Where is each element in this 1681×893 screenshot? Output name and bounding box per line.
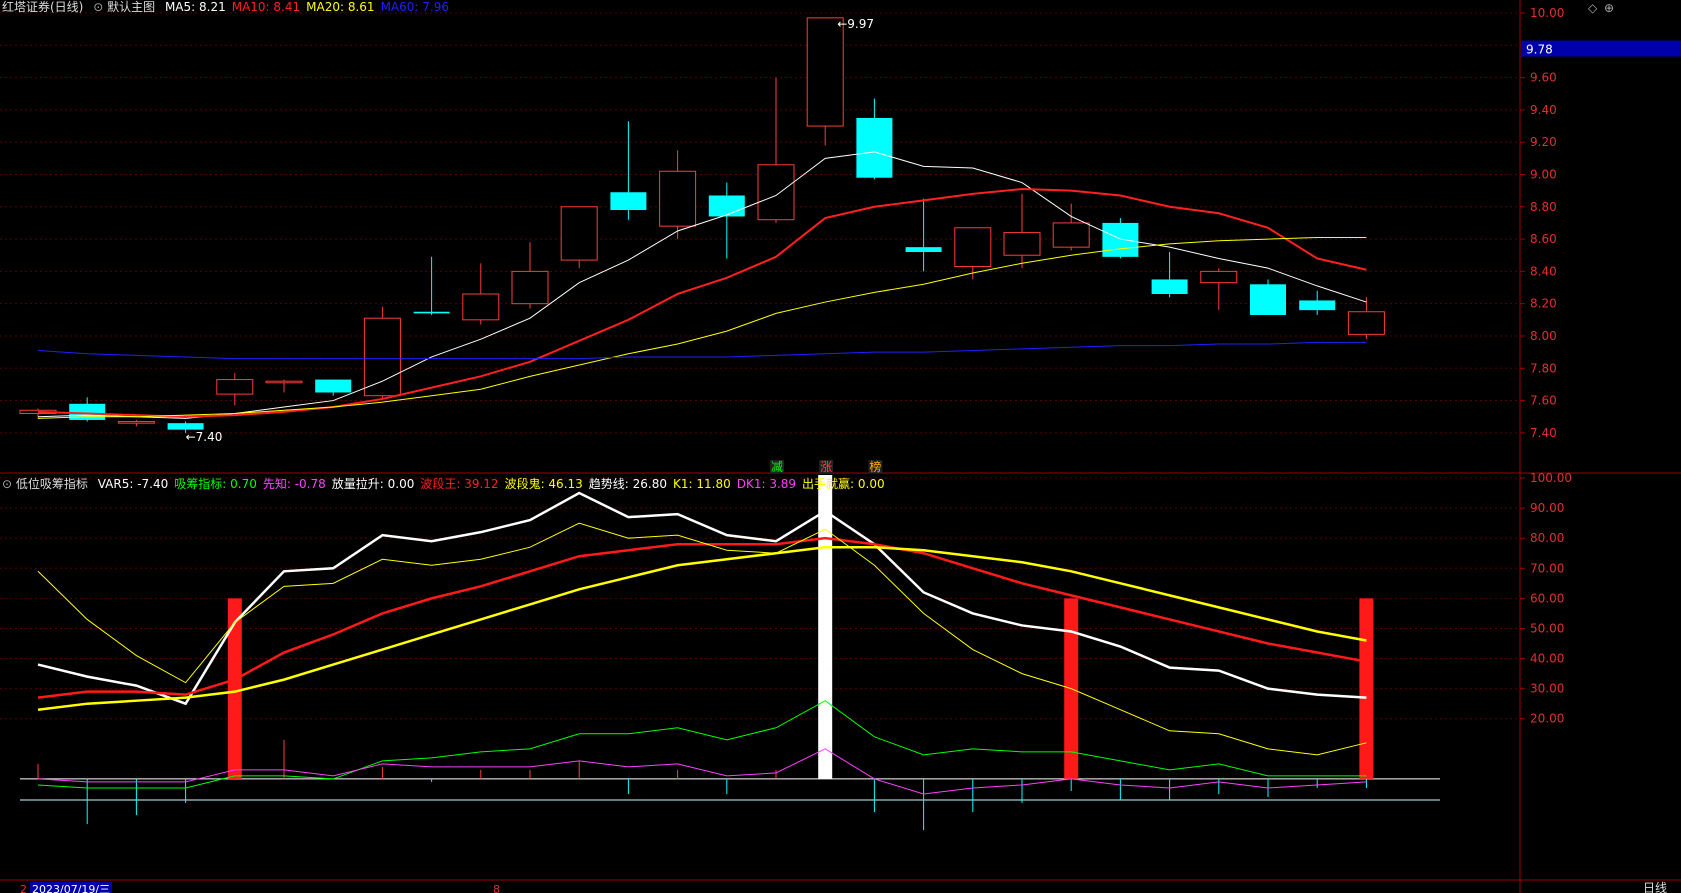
ma-legend-item: MA10: 8.41 bbox=[231, 0, 301, 14]
candle-body-down bbox=[1102, 222, 1139, 257]
indicator-legend-item: 吸筹指标: 0.70 bbox=[174, 477, 257, 491]
indicator-legend-item: 波段鬼: 46.13 bbox=[504, 477, 583, 491]
ma-legend: MA5: 8.21 MA10: 8.41 MA20: 8.61 MA60: 7.96 bbox=[165, 0, 455, 14]
candle-body-up bbox=[560, 206, 598, 261]
circle-chevron-icon: ⊙ bbox=[93, 0, 104, 14]
price-tick-label: 8.00 bbox=[1530, 329, 1557, 343]
candle-body-down bbox=[1250, 284, 1286, 315]
price-tick-label: 7.40 bbox=[1530, 426, 1557, 440]
ma-line-ma60 bbox=[37, 341, 1367, 360]
candle-body-down bbox=[708, 195, 745, 217]
indicator-legend-item: 趋势线: 26.80 bbox=[588, 477, 667, 491]
price-tick-label: 7.80 bbox=[1530, 361, 1557, 375]
ma-legend-item: MA20: 8.61 bbox=[306, 0, 375, 14]
indicator-tick-label: 80.00 bbox=[1530, 531, 1564, 545]
price-tick-label: 8.40 bbox=[1530, 264, 1557, 278]
signal-red-bar bbox=[1359, 598, 1374, 779]
indicator-legend-item: 出手就赢: 0.00 bbox=[802, 477, 885, 491]
current-price-label: 9.78 bbox=[1526, 43, 1553, 57]
candle-body-up bbox=[1003, 232, 1041, 256]
candle-body-down bbox=[1299, 300, 1336, 311]
indicator-legend-item: K1: 11.80 bbox=[673, 477, 731, 491]
indicator-legend-item: VAR5: -7.40 bbox=[97, 477, 169, 491]
candle-body-down bbox=[1151, 279, 1188, 294]
indicator-tick-label: 50.00 bbox=[1530, 621, 1564, 635]
candle-body-up bbox=[1052, 222, 1090, 248]
signal-label: 减 bbox=[771, 460, 783, 474]
indicator-tick-label: 30.00 bbox=[1530, 682, 1564, 696]
indicator-tick-label: 60.00 bbox=[1530, 591, 1564, 605]
candle-body-up bbox=[1347, 311, 1385, 335]
indicator-legend-item: 波段王: 39.12 bbox=[420, 477, 499, 491]
indicator-legend-item: DK1: 3.89 bbox=[736, 477, 797, 491]
candle-body-down bbox=[167, 423, 204, 430]
indicator-selector[interactable]: ⊙ 低位吸筹指标 bbox=[2, 477, 88, 491]
candle-body-up bbox=[462, 293, 500, 321]
axis-mark-mid: 8 bbox=[493, 883, 500, 893]
candle-body-up bbox=[117, 421, 155, 424]
main-header: 红塔证券(日线) ⊙ 默认主图 MA5: 8.21 MA10: 8.41 MA20:… bbox=[2, 0, 461, 14]
candle-body-down bbox=[413, 311, 450, 314]
indicator-legend-item: 放量拉升: 0.00 bbox=[331, 477, 415, 491]
candle-body-down bbox=[905, 247, 942, 252]
signal-white-bar bbox=[818, 474, 833, 779]
chart-canvas: 10.009.809.609.409.209.008.808.608.408.2… bbox=[0, 0, 1681, 893]
signal-red-bar bbox=[227, 598, 242, 779]
crosshair-icon: ⊕ bbox=[1604, 1, 1614, 15]
candle-body-up bbox=[954, 227, 992, 268]
candle-body-down bbox=[610, 192, 647, 211]
indicator-header: ⊙ 低位吸筹指标 VAR5: -7.40 吸筹指标: 0.70 先知: -0.78 放… bbox=[2, 477, 897, 491]
candle-body-up bbox=[757, 164, 795, 221]
price-tick-label: 8.60 bbox=[1530, 232, 1557, 246]
price-tick-label: 9.20 bbox=[1530, 135, 1557, 149]
signal-label: 榜 bbox=[869, 459, 881, 474]
axis-mark-left: 2 bbox=[20, 883, 27, 893]
price-tick-label: 8.80 bbox=[1530, 200, 1557, 214]
price-tick-label: 7.60 bbox=[1530, 394, 1557, 408]
signal-label: 涨 bbox=[820, 459, 832, 474]
price-tick-label: 9.40 bbox=[1530, 103, 1557, 117]
view-selector[interactable]: ⊙ 默认主图 bbox=[93, 0, 155, 14]
indicator-tick-label: 90.00 bbox=[1530, 501, 1564, 515]
price-tick-label: 9.00 bbox=[1530, 167, 1557, 181]
candle-body-down bbox=[315, 379, 352, 393]
low-annotation: ←7.40 bbox=[186, 430, 223, 444]
indicator-tick-label: 20.00 bbox=[1530, 712, 1564, 726]
candle-body-up bbox=[216, 379, 254, 395]
high-annotation: ←9.97 bbox=[837, 17, 874, 31]
ma-legend-item: MA5: 8.21 bbox=[164, 0, 226, 14]
indicator-tick-label: 100.00 bbox=[1530, 471, 1572, 485]
stock-title[interactable]: 红塔证券(日线) bbox=[2, 0, 83, 14]
candle-body-up bbox=[363, 317, 401, 397]
date-label: 2023/07/19/三 bbox=[32, 883, 110, 893]
indicator-tick-label: 40.00 bbox=[1530, 652, 1564, 666]
candle-body-up bbox=[806, 17, 844, 127]
price-tick-label: 10.00 bbox=[1530, 6, 1564, 20]
price-tick-label: 9.60 bbox=[1530, 71, 1557, 85]
candle-body-up bbox=[659, 170, 697, 227]
circle-chevron-icon: ⊙ bbox=[2, 477, 13, 491]
candle-body-down bbox=[856, 117, 893, 178]
ma-legend-item: MA60: 7.96 bbox=[380, 0, 449, 14]
indicator-tick-label: 70.00 bbox=[1530, 561, 1564, 575]
candle-body-up bbox=[1200, 270, 1238, 284]
candle-body-up bbox=[265, 380, 303, 384]
diamond-icon: ◇ bbox=[1588, 1, 1598, 15]
period-label: 日线 bbox=[1643, 881, 1667, 893]
indicator-legend-item: 先知: -0.78 bbox=[262, 477, 326, 491]
indicator-legend: VAR5: -7.40 吸筹指标: 0.70 先知: -0.78 放量拉升: 0.00… bbox=[98, 477, 891, 491]
candle-body-up bbox=[511, 270, 549, 305]
price-tick-label: 8.20 bbox=[1530, 297, 1557, 311]
